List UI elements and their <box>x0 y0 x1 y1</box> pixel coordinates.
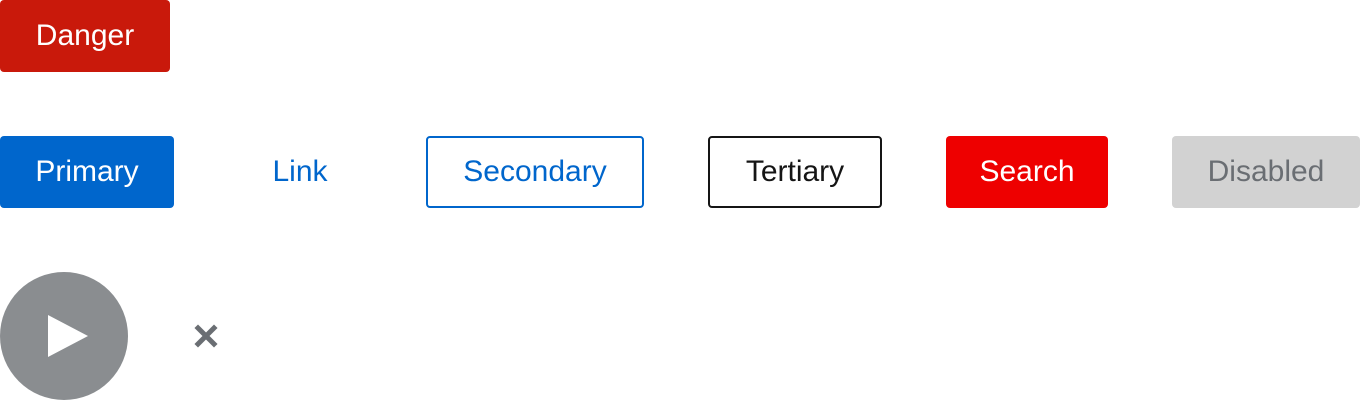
primary-button[interactable]: Primary <box>0 136 174 208</box>
close-button[interactable] <box>190 320 222 352</box>
close-icon <box>194 324 218 348</box>
play-button[interactable] <box>0 272 128 400</box>
danger-button[interactable]: Danger <box>0 0 170 72</box>
tertiary-button[interactable]: Tertiary <box>708 136 882 208</box>
disabled-button: Disabled <box>1172 136 1360 208</box>
button-showcase: Danger Primary Link Secondary Tertiary S… <box>0 0 1360 400</box>
secondary-button[interactable]: Secondary <box>426 136 644 208</box>
search-button[interactable]: Search <box>946 136 1108 208</box>
link-button[interactable]: Link <box>220 136 380 208</box>
play-icon <box>48 315 88 357</box>
